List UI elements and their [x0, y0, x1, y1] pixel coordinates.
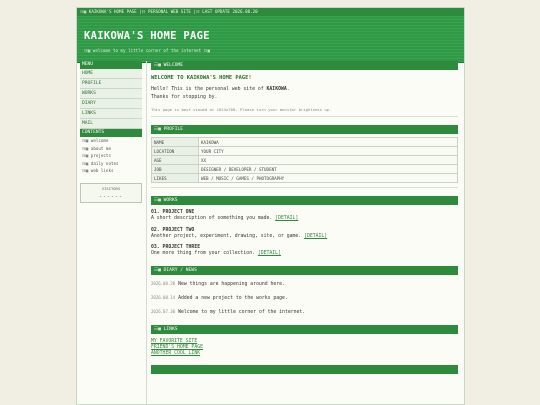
profile-table: NAME KAIKOWA LOCATION YOUR CITY AGE XX JOB D… — [151, 137, 458, 183]
viewing-note: This page is best viewed at 1024x768. Pl… — [151, 107, 332, 112]
work-desc-text: A short description of something you mad… — [151, 216, 273, 221]
contents-item-notes[interactable]: ☷▦ daily notes — [80, 160, 142, 168]
profile-value: YOUR CITY — [198, 146, 458, 156]
contents-item-projects[interactable]: ☷▦ projects — [80, 152, 142, 160]
work-desc-text: Another project, experiment, drawing, si… — [151, 233, 302, 239]
profile-key: NAME — [151, 137, 199, 147]
site-header: KAIKOWA'S HOME PAGE ☷▦ welcome to my lit… — [77, 16, 464, 63]
site-subtitle: ☷▦ welcome to my little corner of the in… — [84, 48, 210, 53]
menu-item-mail[interactable]: MAIL — [80, 119, 142, 129]
table-row: LOCATION YOUR CITY — [151, 146, 458, 156]
work-desc-text: One more thing from your collection. — [151, 251, 255, 256]
welcome-name: KAIKOWA — [266, 87, 287, 92]
profile-value: DESIGNER / DEVELOPER / STUDENT — [198, 164, 458, 174]
table-row: JOB DESIGNER / DEVELOPER / STUDENT — [151, 164, 458, 174]
menu-item-diary[interactable]: DIARY — [80, 99, 142, 109]
diary-entry: 2026.08.14 Added a new project to the wor… — [151, 294, 458, 303]
menu-item-works[interactable]: WORKS — [80, 89, 142, 99]
contents-item-weblinks[interactable]: ☷▦ web links — [80, 167, 142, 175]
section-heading-works: ☷▦ WORKS — [151, 196, 458, 205]
table-row: NAME KAIKOWA — [151, 137, 458, 147]
work-desc: Another project, experiment, drawing, si… — [151, 233, 458, 241]
divider — [151, 187, 458, 188]
welcome-thanks: Thanks for stopping by. — [151, 94, 218, 100]
top-bar: ☷▦ KAIKOWA'S HOME PAGE |☷ PERSONAL WEB S… — [77, 8, 464, 16]
profile-key: AGE — [151, 155, 199, 165]
table-row: LIKES WEB / MUSIC / GAMES / PHOTOGRAPHY — [151, 173, 458, 183]
profile-value: WEB / MUSIC / GAMES / PHOTOGRAPHY — [198, 173, 458, 183]
diary-entry: 2026.07.30 Welcome to my little corner of… — [151, 308, 458, 317]
visitors-count: ------ — [98, 193, 124, 200]
diary-text: Added a new project to the works page. — [178, 295, 288, 301]
table-row: AGE XX — [151, 155, 458, 165]
profile-key: LOCATION — [151, 146, 199, 156]
section-heading-profile: ☷▦ PROFILE — [151, 125, 458, 134]
diary-entry: 2026.08.20 New things are happening aroun… — [151, 280, 458, 289]
welcome-title: WELCOME TO KAIKOWA'S HOME PAGE! — [151, 75, 252, 81]
topbar-site-type: |☷ PERSONAL WEB SITE — [139, 9, 191, 14]
visitors-label: VISITORS — [101, 185, 121, 191]
section-heading-links: ☷▦ LINKS — [151, 324, 458, 334]
welcome-text-pre: Hello! This is the personal web site of — [151, 87, 267, 92]
menu-item-home[interactable]: HOME — [80, 69, 142, 79]
work-desc: A short description of something you mad… — [151, 215, 458, 223]
topbar-last-update: |☷ LAST UPDATE 2026.08.20 — [193, 9, 258, 14]
diary-list: 2026.08.20 New things are happening aroun… — [151, 280, 458, 317]
contents-item-about[interactable]: ☷▦ about me — [80, 145, 142, 153]
sidebar: MENU HOME PROFILE WORKS DIARY LINKS MAIL… — [80, 61, 142, 203]
contents-item-welcome[interactable]: ☷▦ welcome — [80, 137, 142, 145]
detail-link[interactable]: [DETAIL] — [258, 251, 281, 256]
main-content: ☷▦ WELCOME WELCOME TO KAIKOWA'S HOME PAG… — [151, 61, 458, 374]
welcome-text: Hello! This is the personal web site of … — [151, 86, 458, 94]
menu-item-profile[interactable]: PROFILE — [80, 79, 142, 89]
diary-date: 2026.07.30 — [151, 308, 176, 314]
menu-item-links[interactable]: LINKS — [80, 109, 142, 119]
profile-value: XX — [198, 155, 458, 165]
profile-value: KAIKOWA — [198, 137, 458, 147]
section-heading-diary: ☷▦ DIARY / NEWS — [151, 265, 458, 275]
welcome-text-post: . — [286, 87, 290, 92]
diary-text: New things are happening around here. — [178, 281, 285, 287]
contents-heading: CONTENTS — [80, 129, 142, 137]
page-container: ☷▦ KAIKOWA'S HOME PAGE |☷ PERSONAL WEB S… — [76, 7, 465, 405]
diary-text: Welcome to my little corner of the inter… — [178, 309, 306, 315]
menu-heading: MENU — [80, 61, 142, 69]
visitor-counter: VISITORS ------ — [80, 182, 142, 203]
profile-key: LIKES — [151, 173, 199, 183]
work-desc: One more thing from your collection. [DE… — [151, 250, 458, 258]
section-heading-welcome: ☷▦ WELCOME — [151, 61, 458, 70]
diary-date: 2026.08.14 — [151, 294, 176, 300]
detail-link[interactable]: [DETAIL] — [304, 234, 327, 239]
sidebar-divider — [146, 61, 147, 404]
link-another-cool[interactable]: ANOTHER COOL LINK — [151, 351, 458, 357]
section-heading-next — [151, 364, 458, 374]
topbar-site-name: ☷▦ KAIKOWA'S HOME PAGE — [80, 9, 137, 14]
site-title: KAIKOWA'S HOME PAGE — [84, 30, 210, 42]
diary-date: 2026.08.20 — [151, 280, 176, 286]
divider — [151, 116, 458, 117]
profile-key: JOB — [151, 164, 199, 174]
detail-link[interactable]: [DETAIL] — [275, 216, 298, 221]
links-list: MY FAVORITE SITE FRIEND'S HOME PAGE ANOT… — [151, 339, 458, 357]
